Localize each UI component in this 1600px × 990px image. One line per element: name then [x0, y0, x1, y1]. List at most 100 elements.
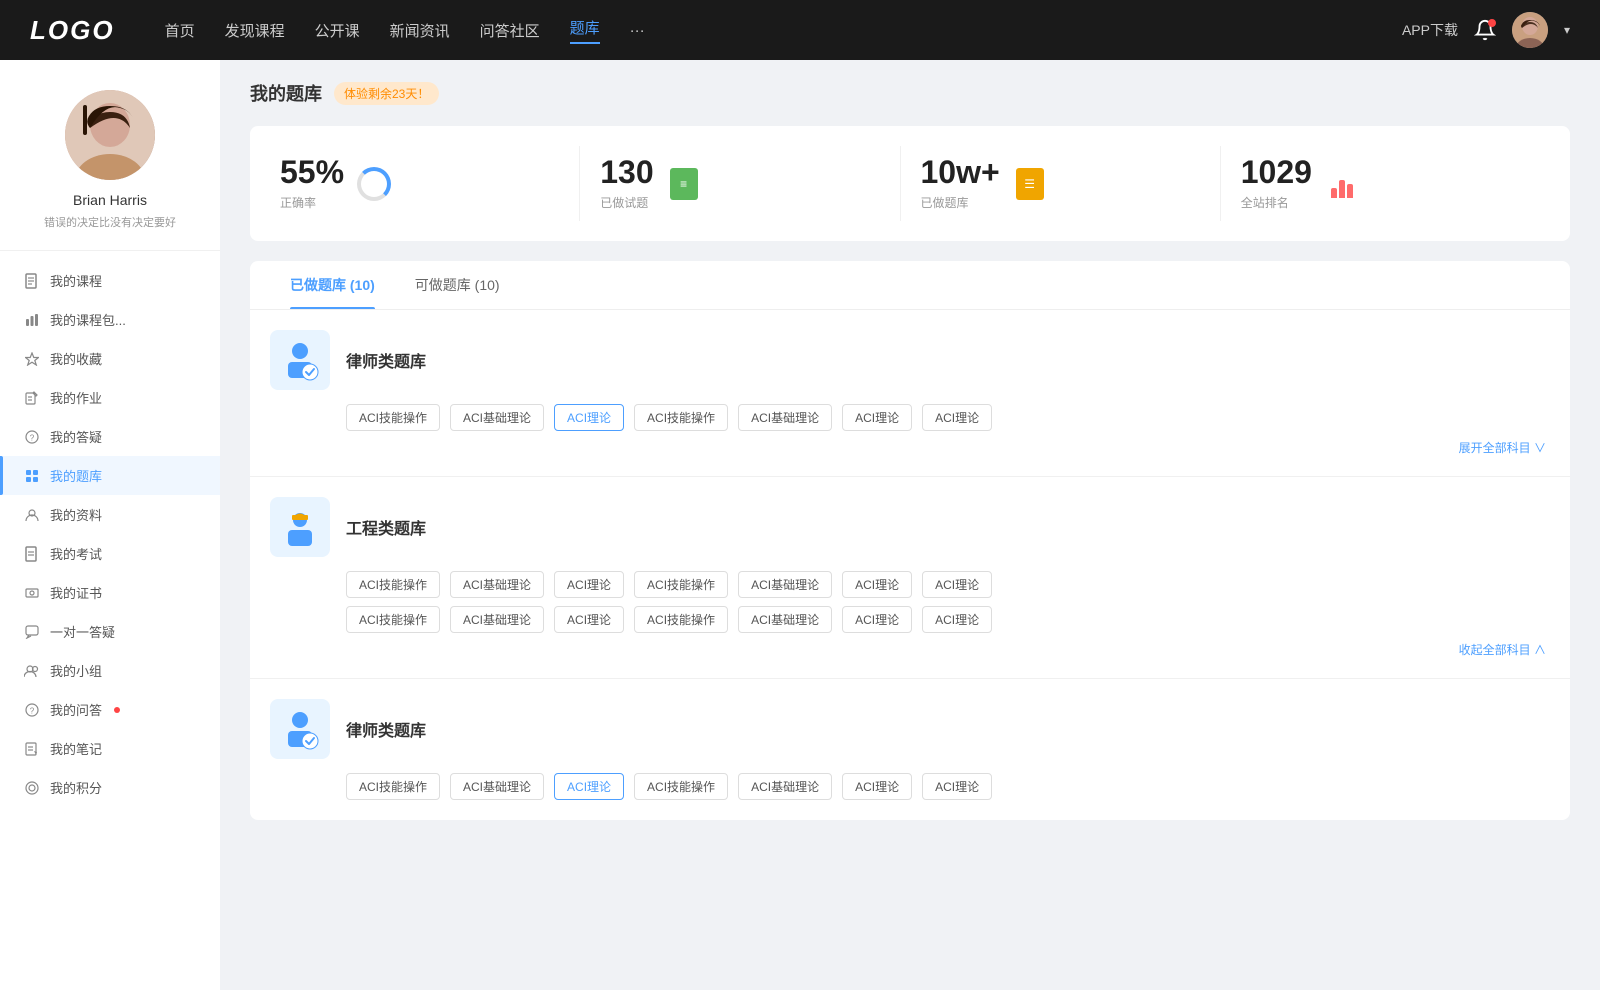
tab-done-banks[interactable]: 已做题库 (10): [270, 261, 395, 309]
stat-label-done: 已做试题: [600, 194, 653, 211]
stat-value-accuracy: 55%: [280, 156, 344, 188]
sidebar-label: 我的问答: [50, 700, 102, 719]
tag-item[interactable]: ACI技能操作: [634, 773, 728, 800]
profile-name: Brian Harris: [73, 192, 147, 208]
certificate-icon: [24, 585, 40, 601]
tag-item[interactable]: ACI基础理论: [450, 571, 544, 598]
avatar-image: [65, 90, 155, 180]
tag-item[interactable]: ACI基础理论: [450, 773, 544, 800]
tag-item[interactable]: ACI技能操作: [346, 606, 440, 633]
nav-menu: 首页 发现课程 公开课 新闻资讯 问答社区 题库 ···: [165, 17, 1402, 44]
doc-green-icon: [666, 166, 702, 202]
sidebar-label: 我的积分: [50, 778, 102, 797]
tag-item-active[interactable]: ACI理论: [554, 773, 624, 800]
tag-item[interactable]: ACI技能操作: [346, 773, 440, 800]
sidebar-item-certificates[interactable]: 我的证书: [0, 573, 220, 612]
tag-item[interactable]: ACI技能操作: [634, 571, 728, 598]
tag-item[interactable]: ACI技能操作: [634, 606, 728, 633]
list-orange-icon: [1012, 166, 1048, 202]
tag-item[interactable]: ACI理论: [842, 773, 912, 800]
tag-item[interactable]: ACI理论: [922, 606, 992, 633]
app-download-btn[interactable]: APP下载: [1402, 20, 1458, 40]
nav-more[interactable]: ···: [630, 22, 645, 39]
tag-item[interactable]: ACI技能操作: [346, 404, 440, 431]
sidebar-label: 我的课程包...: [50, 310, 126, 329]
tag-item[interactable]: ACI理论: [842, 571, 912, 598]
qbank-tags-3: ACI技能操作 ACI基础理论 ACI理论 ACI技能操作 ACI基础理论 AC…: [346, 773, 1550, 800]
user-avatar[interactable]: [1512, 12, 1548, 48]
sidebar-item-homework[interactable]: 我的作业: [0, 378, 220, 417]
stat-value-banks: 10w+: [921, 156, 1000, 188]
logo[interactable]: LOGO: [30, 15, 115, 46]
profile-motto: 错误的决定比没有决定要好: [44, 214, 176, 230]
main-content: 我的题库 体验剩余23天！ 55% 正确率 130 已做试题: [220, 60, 1600, 990]
profile-section: Brian Harris 错误的决定比没有决定要好: [0, 80, 220, 251]
expand-link-1[interactable]: 展开全部科目 ∨: [270, 439, 1550, 456]
tag-item[interactable]: ACI理论: [922, 571, 992, 598]
sidebar: Brian Harris 错误的决定比没有决定要好 我的课程 我的课程包...: [0, 60, 220, 990]
tag-item[interactable]: ACI理论: [554, 571, 624, 598]
tab-available-banks[interactable]: 可做题库 (10): [395, 261, 520, 309]
sidebar-item-packages[interactable]: 我的课程包...: [0, 300, 220, 339]
bar-icon: [24, 312, 40, 328]
nav-discover[interactable]: 发现课程: [225, 20, 285, 41]
qbank-header-3: 律师类题库: [270, 699, 1550, 759]
file-text-icon: [24, 546, 40, 562]
stats-card: 55% 正确率 130 已做试题 10w+ 已做题库: [250, 126, 1570, 241]
qbank-list: 律师类题库 ACI技能操作 ACI基础理论 ACI理论 ACI技能操作 ACI基…: [250, 310, 1570, 820]
qbank-title-1: 律师类题库: [346, 348, 426, 372]
tag-item[interactable]: ACI基础理论: [738, 773, 832, 800]
nav-opencourse[interactable]: 公开课: [315, 20, 360, 41]
tag-item[interactable]: ACI基础理论: [738, 606, 832, 633]
qbank-icon-lawyer-2: [270, 699, 330, 759]
tag-item[interactable]: ACI技能操作: [346, 571, 440, 598]
qbank-item-lawyer-1: 律师类题库 ACI技能操作 ACI基础理论 ACI理论 ACI技能操作 ACI基…: [250, 310, 1570, 477]
nav-qbank[interactable]: 题库: [570, 17, 600, 44]
point-icon: [24, 780, 40, 796]
profile-avatar: [65, 90, 155, 180]
nav-news[interactable]: 新闻资讯: [390, 20, 450, 41]
trial-badge: 体验剩余23天！: [334, 82, 439, 105]
tag-item[interactable]: ACI基础理论: [450, 606, 544, 633]
file-icon: [24, 273, 40, 289]
sidebar-label: 我的笔记: [50, 739, 102, 758]
tag-item[interactable]: ACI理论: [842, 606, 912, 633]
tag-item[interactable]: ACI理论: [922, 773, 992, 800]
sidebar-item-favorites[interactable]: 我的收藏: [0, 339, 220, 378]
tag-item[interactable]: ACI理论: [554, 606, 624, 633]
sidebar-item-profile[interactable]: 我的资料: [0, 495, 220, 534]
page-header: 我的题库 体验剩余23天！: [250, 80, 1570, 106]
sidebar-item-notes[interactable]: 我的笔记: [0, 729, 220, 768]
tag-item[interactable]: ACI技能操作: [634, 404, 728, 431]
page-layout: Brian Harris 错误的决定比没有决定要好 我的课程 我的课程包...: [0, 60, 1600, 990]
nav-home[interactable]: 首页: [165, 20, 195, 41]
tag-item[interactable]: ACI基础理论: [738, 404, 832, 431]
note-icon: [24, 741, 40, 757]
tag-item[interactable]: ACI基础理论: [738, 571, 832, 598]
sidebar-item-answers[interactable]: ? 我的答疑: [0, 417, 220, 456]
sidebar-item-groups[interactable]: 我的小组: [0, 651, 220, 690]
expand-link-2[interactable]: 收起全部科目 ∧: [270, 641, 1550, 658]
stat-label-rank: 全站排名: [1241, 194, 1312, 211]
tag-item[interactable]: ACI理论: [922, 404, 992, 431]
qbank-header-1: 律师类题库: [270, 330, 1550, 390]
sidebar-item-myqa[interactable]: ? 我的问答: [0, 690, 220, 729]
tag-item[interactable]: ACI基础理论: [450, 404, 544, 431]
notification-bell[interactable]: [1474, 19, 1496, 41]
sidebar-item-qbank[interactable]: 我的题库: [0, 456, 220, 495]
sidebar-label: 我的题库: [50, 466, 102, 485]
stat-value-done: 130: [600, 156, 653, 188]
page-title: 我的题库: [250, 80, 322, 106]
sidebar-item-courses[interactable]: 我的课程: [0, 261, 220, 300]
sidebar-item-points[interactable]: 我的积分: [0, 768, 220, 807]
tag-item[interactable]: ACI理论: [842, 404, 912, 431]
user-menu-chevron[interactable]: ▾: [1564, 23, 1570, 37]
tag-item-active[interactable]: ACI理论: [554, 404, 624, 431]
sidebar-item-exams[interactable]: 我的考试: [0, 534, 220, 573]
qbank-item-lawyer-2: 律师类题库 ACI技能操作 ACI基础理论 ACI理论 ACI技能操作 ACI基…: [250, 679, 1570, 820]
sidebar-label: 我的小组: [50, 661, 102, 680]
star-icon: [24, 351, 40, 367]
sidebar-item-tutoring[interactable]: 一对一答疑: [0, 612, 220, 651]
nav-qa[interactable]: 问答社区: [480, 20, 540, 41]
qbank-item-engineer: 工程类题库 ACI技能操作 ACI基础理论 ACI理论 ACI技能操作 ACI基…: [250, 477, 1570, 679]
